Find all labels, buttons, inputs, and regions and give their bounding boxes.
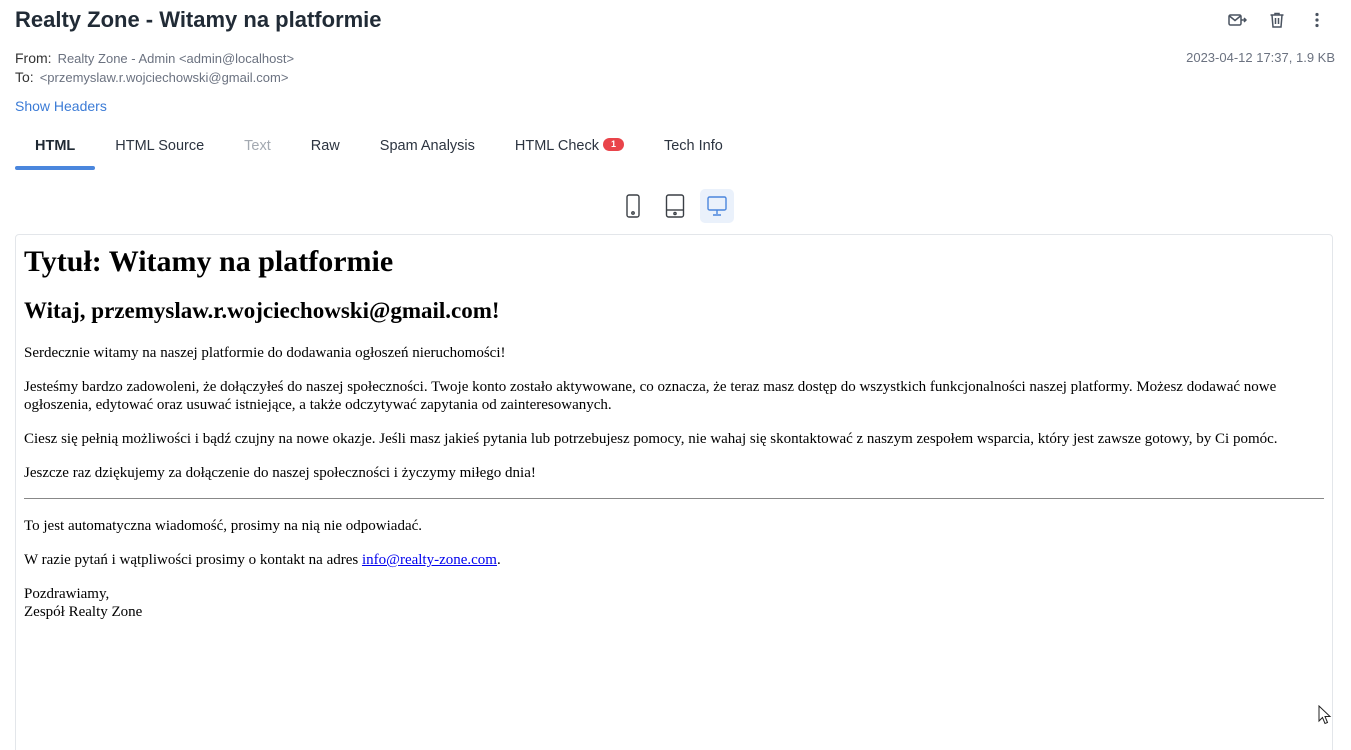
email-subject: Realty Zone - Witamy na platformie — [15, 7, 382, 32]
tab-label: HTML Source — [115, 138, 205, 154]
signature: Zespół Realty Zone — [24, 604, 143, 620]
desktop-icon[interactable] — [700, 189, 734, 223]
view-tabs: HTML HTML Source Text Raw Spam Analysis … — [15, 126, 743, 170]
tab-label: Spam Analysis — [379, 138, 475, 154]
email-greeting: Witaj, przemyslaw.r.wojciechowski@gmail.… — [24, 298, 500, 323]
contact-line: W razie pytań i wątpliwości prosimy o ko… — [24, 551, 1324, 569]
from-label: From: — [15, 50, 52, 66]
tab-label: Tech Info — [663, 138, 723, 154]
tab-text[interactable]: Text — [224, 126, 291, 170]
contact-prefix: W razie pytań i wątpliwości prosimy o ko… — [24, 552, 362, 568]
message-meta: From: Realty Zone - Admin <admin@localho… — [15, 49, 294, 87]
email-preview-frame: Tytuł: Witamy na platformie Witaj, przem… — [15, 234, 1333, 750]
contact-email-link[interactable]: info@realty-zone.com — [362, 552, 497, 568]
more-vertical-icon[interactable] — [1305, 8, 1329, 32]
divider — [24, 498, 1324, 499]
tab-label: Text — [244, 138, 271, 154]
email-paragraph-4: Jeszcze raz dziękujemy za dołączenie do … — [24, 465, 536, 481]
mail-forward-icon[interactable] — [1225, 8, 1249, 32]
tab-spam-analysis[interactable]: Spam Analysis — [360, 126, 495, 170]
device-preview-toggle — [616, 189, 734, 223]
date-size: 2023-04-12 17:37, 1.9 KB — [1186, 50, 1335, 65]
tab-label: HTML Check — [514, 138, 599, 154]
to-row: To: <przemyslaw.r.wojciechowski@gmail.co… — [15, 68, 294, 87]
trash-icon[interactable] — [1265, 8, 1289, 32]
auto-note: To jest automatyczna wiadomość, prosimy … — [24, 518, 423, 534]
contact-suffix: . — [496, 552, 501, 568]
tablet-icon[interactable] — [658, 189, 692, 223]
email-viewer: Realty Zone - Witamy na platformie From:… — [0, 0, 1351, 750]
to-value: <przemyslaw.r.wojciechowski@gmail.com> — [39, 70, 289, 85]
email-title: Tytuł: Witamy na platformie — [24, 245, 394, 278]
closing: Pozdrawiamy, — [24, 586, 110, 602]
tab-html-source[interactable]: HTML Source — [95, 126, 224, 170]
tab-html[interactable]: HTML — [15, 126, 96, 170]
message-toolbar — [1225, 8, 1329, 32]
show-headers-link[interactable]: Show Headers — [15, 98, 107, 114]
closing-block: Pozdrawiamy, Zespół Realty Zone — [24, 585, 1324, 621]
tab-html-check[interactable]: HTML Check 1 — [495, 126, 644, 170]
tab-tech-info[interactable]: Tech Info — [644, 126, 743, 170]
from-value: Realty Zone - Admin <admin@localhost> — [57, 51, 295, 66]
html-check-badge: 1 — [602, 138, 624, 151]
email-paragraph-2: Jesteśmy bardzo zadowoleni, że dołączyłe… — [24, 379, 1277, 413]
tab-raw[interactable]: Raw — [291, 126, 360, 170]
tab-label: HTML — [35, 138, 76, 154]
email-paragraph-3: Ciesz się pełnią możliwości i bądź czujn… — [24, 431, 1278, 447]
tab-label: Raw — [310, 138, 340, 154]
email-paragraph-1: Serdecznie witamy na naszej platformie d… — [24, 345, 506, 361]
from-row: From: Realty Zone - Admin <admin@localho… — [15, 49, 294, 68]
to-label: To: — [15, 69, 34, 85]
mouse-cursor-icon — [1318, 705, 1332, 725]
phone-icon[interactable] — [616, 189, 650, 223]
